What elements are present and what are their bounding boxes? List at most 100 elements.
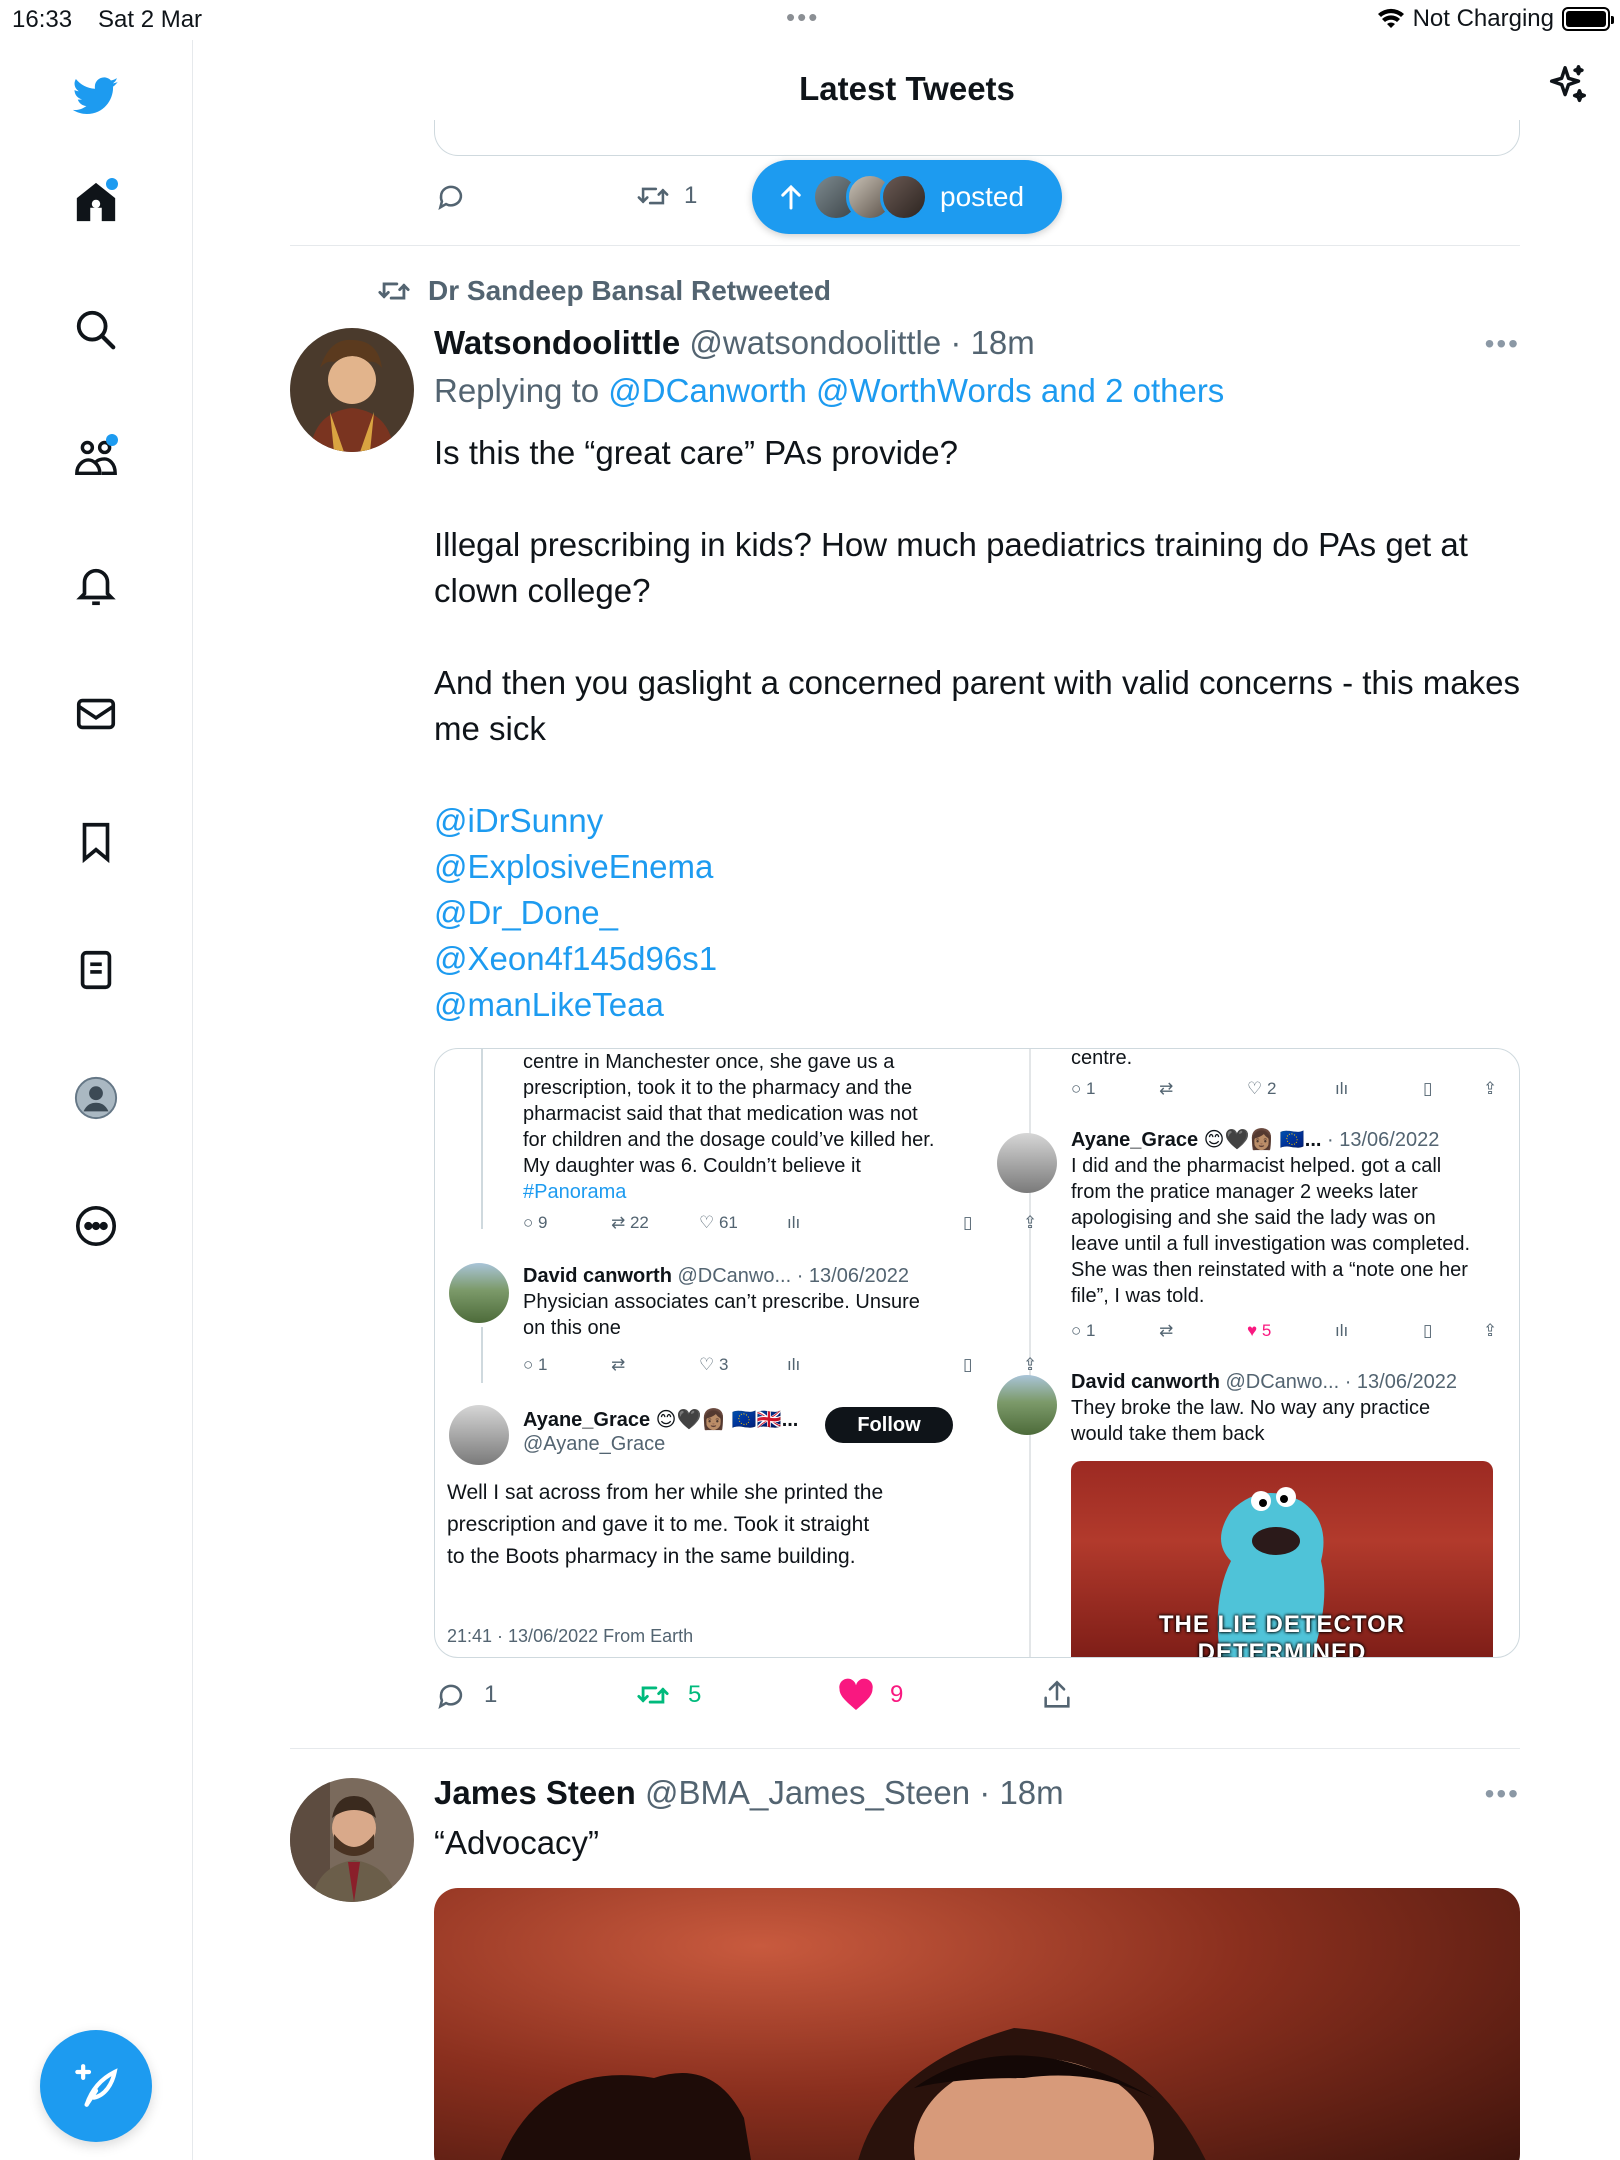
embed-right-reply2-text: They broke the law. No way any practice … <box>1071 1397 1431 1445</box>
status-bar: 16:33 Sat 2 Mar ••• Not Charging <box>0 0 1620 40</box>
thread-line <box>481 1049 483 1229</box>
mention-link[interactable]: @iDrSunny <box>434 802 603 839</box>
tweet-time: · 18m <box>979 1774 1064 1811</box>
like-button[interactable]: 9 <box>838 1678 903 1712</box>
sidebar <box>0 40 193 2160</box>
author-handle[interactable]: @BMA_James_Steen <box>645 1774 970 1811</box>
embed-avatar-ayane <box>997 1133 1057 1193</box>
gif-caption: THE LIE DETECTOR DETERMINED <box>1158 1611 1406 1658</box>
embed-main-name: Ayane_Grace 😊🖤👩🏽 🇪🇺🇬🇧... <box>523 1409 799 1431</box>
tweet-image-screenshot[interactable]: centre in Manchester once, she gave us a… <box>434 1048 1520 1658</box>
share-icon <box>1044 1680 1070 1708</box>
wifi-icon <box>1377 8 1404 28</box>
home-notification-dot <box>106 178 118 190</box>
embed-avatar-ayane <box>449 1405 509 1465</box>
heart-filled-icon <box>839 1678 873 1710</box>
mention-link[interactable]: @ExplosiveEnema <box>434 848 713 885</box>
retweeted-by-line: Dr Sandeep Bansal Retweeted <box>374 274 831 308</box>
bookmarks-icon[interactable] <box>60 806 132 878</box>
reply-count: 1 <box>484 1681 498 1708</box>
new-posts-label: posted <box>940 181 1025 212</box>
tweet-text: “Advocacy” <box>434 1824 600 1861</box>
mention-link[interactable]: @Xeon4f145d96s1 <box>434 940 717 977</box>
new-posts-pill[interactable]: posted <box>752 160 1062 234</box>
divider <box>290 245 1520 246</box>
embed-right-top-text: centre. <box>1071 1048 1133 1069</box>
retweet-icon <box>637 187 669 205</box>
replying-to-users[interactable]: @DCanworth @WorthWords and 2 others <box>608 372 1224 409</box>
embed-right-reply-text: I did and the pharmacist helped. got a c… <box>1071 1155 1471 1307</box>
prev-reply-button[interactable] <box>434 179 468 213</box>
tweet-header: Watsondoolittle @watsondoolittle · 18m <box>434 324 1035 362</box>
page-title: Latest Tweets <box>799 70 1015 107</box>
arrow-up-icon <box>781 184 801 210</box>
home-icon[interactable] <box>60 166 132 238</box>
replying-to-line: Replying to @DCanworth @WorthWords and 2… <box>434 372 1224 410</box>
author-name[interactable]: James Steen <box>434 1774 636 1811</box>
like-count: 9 <box>890 1681 904 1708</box>
embed-main-meta: 21:41 · 13/06/2022 From Earth <box>447 1626 694 1646</box>
communities-notification-dot <box>106 434 118 446</box>
embed-views-icon: ılı <box>787 1213 801 1232</box>
twitter-logo-icon[interactable] <box>60 60 132 132</box>
embed-follow-button: Follow <box>825 1407 953 1443</box>
embed-hashtag: #Panorama <box>523 1181 627 1203</box>
embed-main-handle: @Ayane_Grace <box>523 1433 666 1455</box>
tweet-more-icon[interactable]: ••• <box>1485 328 1520 360</box>
previous-tweet-card-edge <box>434 120 1520 156</box>
retweeted-by-label: Dr Sandeep Bansal Retweeted <box>428 275 832 306</box>
tweet-more-icon[interactable]: ••• <box>1485 1778 1520 1810</box>
messages-envelope-icon[interactable] <box>60 678 132 750</box>
thread-line <box>481 1327 483 1383</box>
lists-icon[interactable] <box>60 934 132 1006</box>
pill-avatar <box>880 173 928 221</box>
status-right: Not Charging <box>1377 5 1614 33</box>
retweet-count: 5 <box>688 1681 702 1708</box>
prev-retweet-button[interactable]: 1 <box>634 179 697 213</box>
retweet-icon <box>637 1686 669 1704</box>
embed-right-reply2-header: David canworth @DCanwo... · 13/06/2022 <box>1071 1371 1458 1393</box>
prev-retweet-count: 1 <box>684 182 698 209</box>
reply-button[interactable]: 1 <box>434 1678 497 1712</box>
tweet-media-image[interactable] <box>434 1888 1520 2160</box>
status-date: Sat 2 Mar <box>98 6 203 33</box>
share-button[interactable] <box>1040 1678 1074 1712</box>
embed-reply-count: ○ 9 <box>523 1213 548 1232</box>
embed-avatar-david <box>997 1375 1057 1435</box>
multitasking-dots-icon[interactable]: ••• <box>786 2 819 33</box>
author-handle[interactable]: @watsondoolittle <box>689 324 941 361</box>
tweet-actions: 1 5 9 <box>434 1678 1134 1726</box>
avatar[interactable] <box>290 1778 414 1902</box>
embed-retweet-count: ⇄ 22 <box>611 1213 649 1232</box>
divider <box>290 1748 1520 1749</box>
embed-like-count: ♡ 61 <box>699 1213 738 1232</box>
tweet-body: Is this the “great care” PAs provide? Il… <box>434 434 1520 747</box>
embed-share-icon: ⇪ <box>1023 1213 1038 1232</box>
replying-to-label: Replying to <box>434 372 600 409</box>
profile-avatar-icon[interactable] <box>60 1062 132 1134</box>
embed-reply1-text: Physician associates can’t prescribe. Un… <box>523 1291 920 1339</box>
mention-link[interactable]: @Dr_Done_ <box>434 894 618 931</box>
tweet-header: James Steen @BMA_James_Steen · 18m <box>434 1774 1064 1812</box>
retweet-icon <box>378 282 410 300</box>
avatar[interactable] <box>290 328 414 452</box>
notifications-bell-icon[interactable] <box>60 550 132 622</box>
reply-icon <box>438 1684 463 1709</box>
retweet-button[interactable]: 5 <box>634 1678 701 1712</box>
more-options-icon[interactable] <box>60 1190 132 1262</box>
search-icon[interactable] <box>60 294 132 366</box>
author-name[interactable]: Watsondoolittle <box>434 324 680 361</box>
communities-icon[interactable] <box>60 422 132 494</box>
embed-avatar-david <box>449 1263 509 1323</box>
charging-status: Not Charging <box>1412 5 1554 32</box>
embed-bookmark-icon: ▯ <box>963 1213 973 1232</box>
reply-icon <box>438 185 463 210</box>
mention-link[interactable]: @manLikeTeaa <box>434 986 664 1023</box>
status-time: 16:33 <box>12 6 73 33</box>
embed-gif-still: THE LIE DETECTOR DETERMINED <box>1071 1461 1493 1658</box>
sparkle-timeline-icon[interactable] <box>1544 62 1590 113</box>
pill-avatars <box>812 173 928 221</box>
embed-main-text: Well I sat across from her while she pri… <box>447 1481 884 1568</box>
embed-right-reply-header: Ayane_Grace 😊🖤👩🏽 🇪🇺... · 13/06/2022 <box>1071 1129 1440 1151</box>
compose-tweet-button[interactable] <box>40 2030 152 2142</box>
